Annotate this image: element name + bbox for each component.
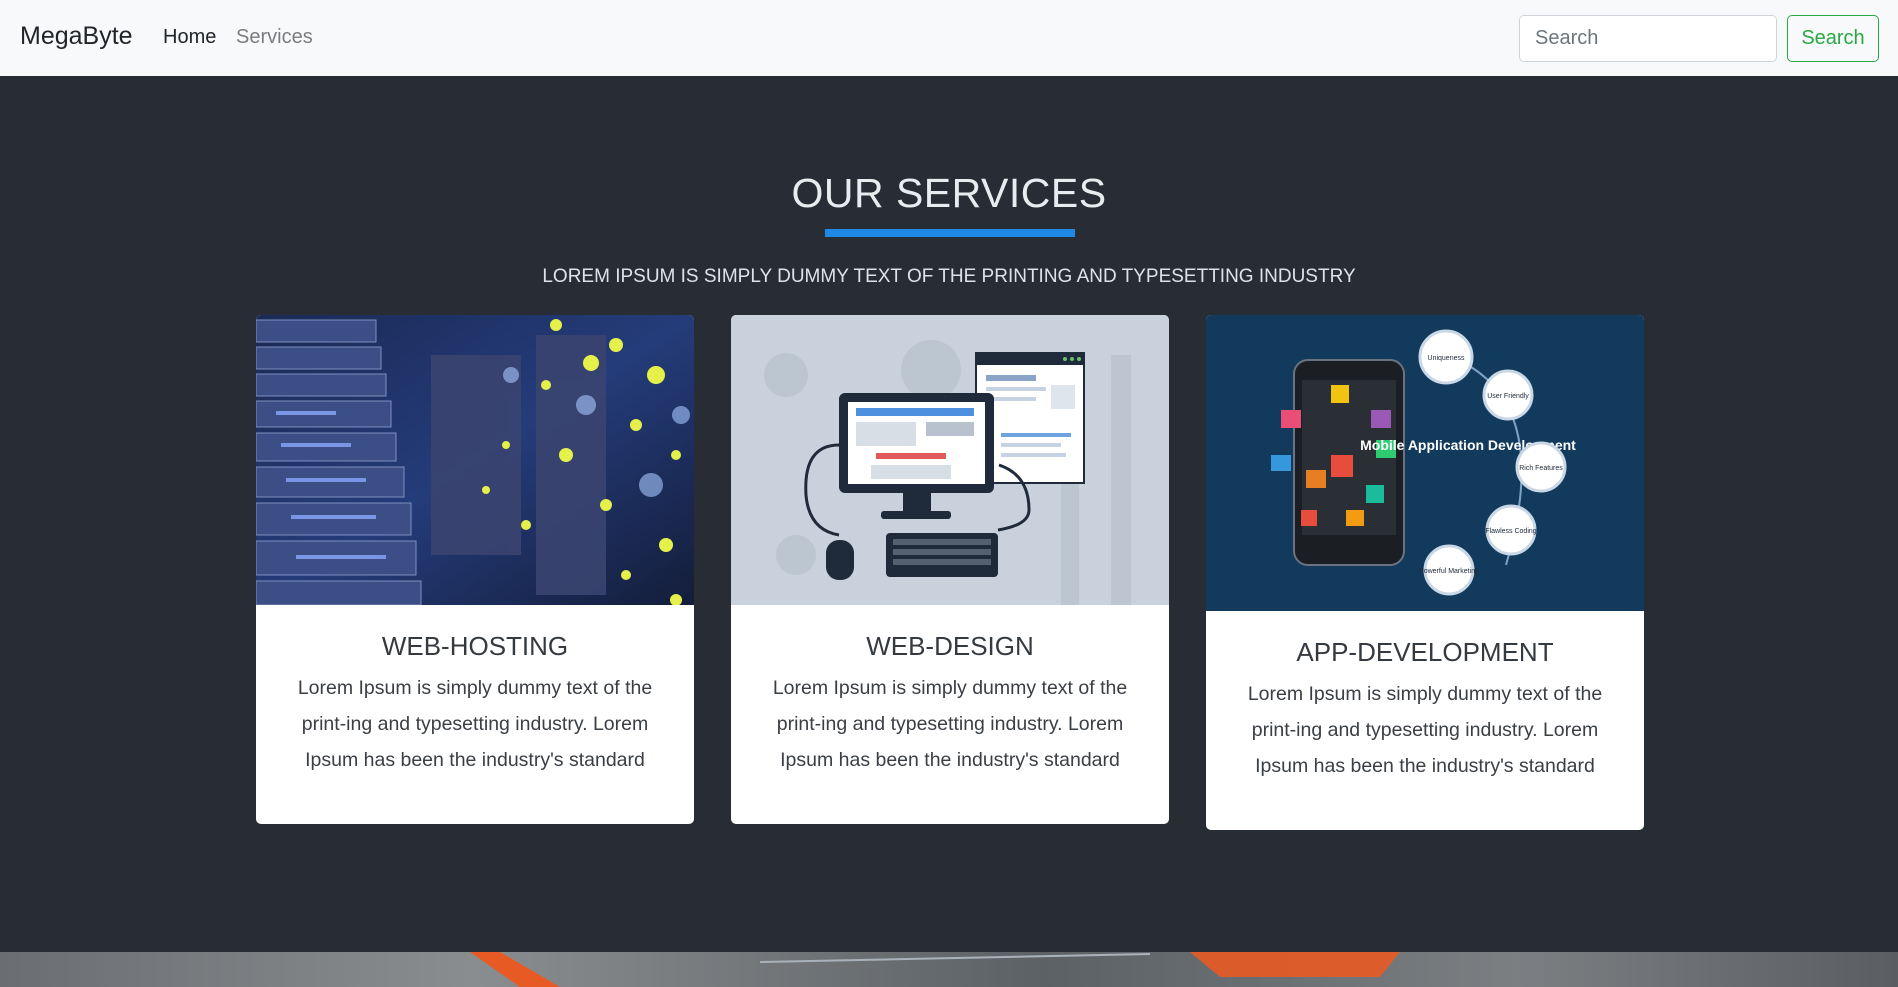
nav-link-home[interactable]: Home [163,26,216,49]
brand-logo[interactable]: MegaByte [20,22,133,51]
next-section-background-image [0,952,1898,987]
search-input[interactable] [1519,15,1777,62]
navbar: MegaByte Home Services Search [0,0,1898,76]
bubble-label: Powerful Marketing [1419,568,1479,575]
bubble-label: User Friendly [1487,393,1529,400]
card-title: WEB-DESIGN [866,631,1034,661]
card-text: Lorem Ipsum is simply dummy text of the … [1247,683,1603,777]
bubble-label: Rich Features [1519,465,1563,472]
title-underline [825,229,1075,237]
card-title: WEB-HOSTING [381,631,569,661]
bubble-label: Uniqueness [1428,355,1465,362]
card-text: Lorem Ipsum is simply dummy text of the … [772,677,1128,771]
server-racks-image [256,315,694,605]
section-title: OUR SERVICES [791,170,1107,216]
mobile-app-development-image: Mobile Application Development Uniquenes… [1206,315,1644,611]
bubble-label: Flawless Coding [1485,528,1536,535]
search-button[interactable]: Search [1787,15,1879,62]
next-section-image-art [470,952,1400,987]
section-subtitle: LOREM IPSUM IS SIMPLY DUMMY TEXT OF THE … [542,266,1356,287]
service-card-app-development: Mobile Application Development Uniquenes… [1206,315,1644,830]
service-card-web-hosting: WEB-HOSTING Lorem Ipsum is simply dummy … [256,315,694,824]
card-text: Lorem Ipsum is simply dummy text of the … [297,677,653,771]
card-title: APP-DEVELOPMENT [1296,637,1554,667]
service-card-web-design: WEB-DESIGN Lorem Ipsum is simply dummy t… [731,315,1169,824]
nav-link-services[interactable]: Services [236,26,313,49]
web-design-image [731,315,1169,605]
